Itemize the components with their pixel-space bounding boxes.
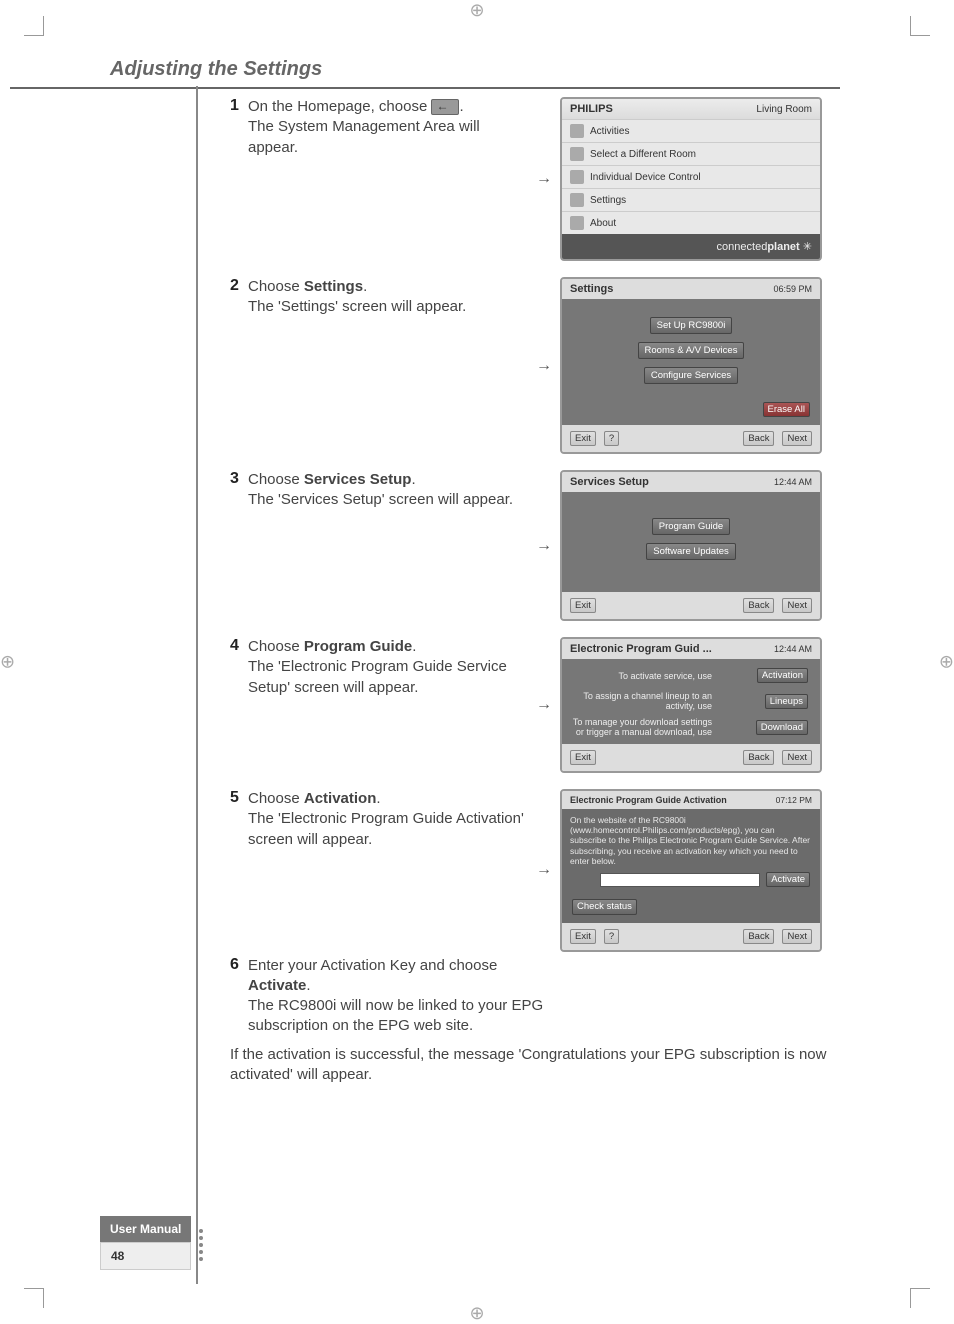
step-number: 3 xyxy=(230,470,248,488)
screenshot-epg-activation: Electronic Program Guide Activation 07:1… xyxy=(560,789,822,952)
next-button[interactable]: Next xyxy=(782,431,812,446)
back-button[interactable]: Back xyxy=(743,750,774,765)
user-manual-label: User Manual xyxy=(100,1216,191,1242)
clock-label: 12:44 AM xyxy=(774,477,812,487)
exit-button[interactable]: Exit xyxy=(570,598,596,613)
crop-mark xyxy=(910,1288,930,1308)
crop-mark xyxy=(24,1288,44,1308)
help-button[interactable]: ? xyxy=(604,431,619,446)
door-icon xyxy=(570,147,584,161)
menu-label: About xyxy=(590,218,616,229)
crop-mark xyxy=(910,16,930,36)
menu-label: Individual Device Control xyxy=(590,172,701,183)
step-line: On the Homepage, choose xyxy=(248,98,431,115)
screen-title: Electronic Program Guid ... xyxy=(570,643,712,655)
pointer-arrow-icon: → xyxy=(528,537,560,555)
step-line: The System Management Area will appear. xyxy=(248,118,480,155)
pointer-arrow-icon: → xyxy=(528,696,560,714)
erase-all-button[interactable]: Erase All xyxy=(763,402,811,417)
help-button[interactable]: ? xyxy=(604,929,619,944)
gear-icon xyxy=(570,193,584,207)
registration-mark: ⊕ xyxy=(469,0,484,21)
step-number: 4 xyxy=(230,637,248,655)
screenshot-settings: Settings 06:59 PM Set Up RC9800i Rooms &… xyxy=(560,277,822,454)
step-text: Enter your Activation Key and choose Act… xyxy=(248,956,548,1037)
menu-item-select-room[interactable]: Select a Different Room xyxy=(562,142,820,165)
room-label: Living Room xyxy=(756,104,812,115)
pointer-arrow-icon: → xyxy=(528,170,560,188)
step-text: On the Homepage, choose . The System Man… xyxy=(248,97,528,158)
home-arrow-icon xyxy=(431,99,459,115)
crop-mark xyxy=(24,16,44,36)
setup-rc9800i-button[interactable]: Set Up RC9800i xyxy=(650,317,733,334)
rooms-devices-button[interactable]: Rooms & A/V Devices xyxy=(638,342,745,359)
activation-key-input[interactable] xyxy=(600,873,760,887)
next-button[interactable]: Next xyxy=(782,598,812,613)
activation-button[interactable]: Activation xyxy=(757,668,808,683)
exit-button[interactable]: Exit xyxy=(570,431,596,446)
step-number: 2 xyxy=(230,277,248,295)
step-number: 1 xyxy=(230,97,248,115)
decorative-dots xyxy=(199,1229,203,1261)
step-text: Choose Activation. The 'Electronic Progr… xyxy=(248,789,528,850)
menu-item-activities[interactable]: Activities xyxy=(562,119,820,142)
section-heading: Adjusting the Settings xyxy=(110,58,844,81)
pointer-arrow-icon: → xyxy=(528,357,560,375)
remote-icon xyxy=(570,170,584,184)
screen-title: Settings xyxy=(570,283,613,295)
download-button[interactable]: Download xyxy=(756,720,808,735)
screen-title: Electronic Program Guide Activation xyxy=(570,795,727,805)
star-icon xyxy=(570,124,584,138)
screen-title: Services Setup xyxy=(570,476,649,488)
menu-item-about[interactable]: About xyxy=(562,211,820,234)
clock-label: 07:12 PM xyxy=(776,795,812,805)
step-text: Choose Services Setup. The 'Services Set… xyxy=(248,470,528,511)
program-guide-button[interactable]: Program Guide xyxy=(652,518,730,535)
clock-label: 06:59 PM xyxy=(773,284,812,294)
exit-button[interactable]: Exit xyxy=(570,750,596,765)
info-icon xyxy=(570,216,584,230)
clock-label: 12:44 AM xyxy=(774,644,812,654)
screenshot-services-setup: Services Setup 12:44 AM Program Guide So… xyxy=(560,470,822,621)
menu-label: Activities xyxy=(590,126,629,137)
registration-mark: ⊕ xyxy=(469,1303,484,1324)
back-button[interactable]: Back xyxy=(743,598,774,613)
registration-mark: ⊕ xyxy=(0,652,15,673)
check-status-button[interactable]: Check status xyxy=(572,899,637,914)
step-text: Choose Settings. The 'Settings' screen w… xyxy=(248,277,528,318)
margin-rule xyxy=(196,86,198,1284)
next-button[interactable]: Next xyxy=(782,929,812,944)
hint-label: To assign a channel lineup to an activit… xyxy=(572,691,712,711)
divider xyxy=(10,87,840,89)
registration-mark: ⊕ xyxy=(939,652,954,673)
hint-label: To activate service, use xyxy=(572,671,712,681)
pointer-arrow-icon: → xyxy=(528,861,560,879)
menu-label: Settings xyxy=(590,195,626,206)
connected-planet-footer: connectedplanet ✳ xyxy=(562,234,820,259)
software-updates-button[interactable]: Software Updates xyxy=(646,543,736,560)
menu-item-settings[interactable]: Settings xyxy=(562,188,820,211)
closing-text: If the activation is successful, the mes… xyxy=(230,1045,844,1086)
back-button[interactable]: Back xyxy=(743,929,774,944)
step-text: Choose Program Guide. The 'Electronic Pr… xyxy=(248,637,528,698)
screenshot-epg-setup: Electronic Program Guid ... 12:44 AM To … xyxy=(560,637,822,773)
page-number: 48 xyxy=(100,1242,191,1270)
back-button[interactable]: Back xyxy=(743,431,774,446)
lineups-button[interactable]: Lineups xyxy=(765,694,808,709)
hint-label: To manage your download settings or trig… xyxy=(572,717,712,737)
configure-services-button[interactable]: Configure Services xyxy=(644,367,738,384)
screenshot-home: PHILIPS Living Room Activities Select a … xyxy=(560,97,822,261)
activate-button[interactable]: Activate xyxy=(766,872,810,887)
exit-button[interactable]: Exit xyxy=(570,929,596,944)
menu-item-device-control[interactable]: Individual Device Control xyxy=(562,165,820,188)
step-number: 5 xyxy=(230,789,248,807)
next-button[interactable]: Next xyxy=(782,750,812,765)
menu-label: Select a Different Room xyxy=(590,149,696,160)
activation-instructions: On the website of the RC9800i (www.homec… xyxy=(570,815,812,866)
step-number: 6 xyxy=(230,956,248,974)
brand-label: PHILIPS xyxy=(570,103,613,115)
